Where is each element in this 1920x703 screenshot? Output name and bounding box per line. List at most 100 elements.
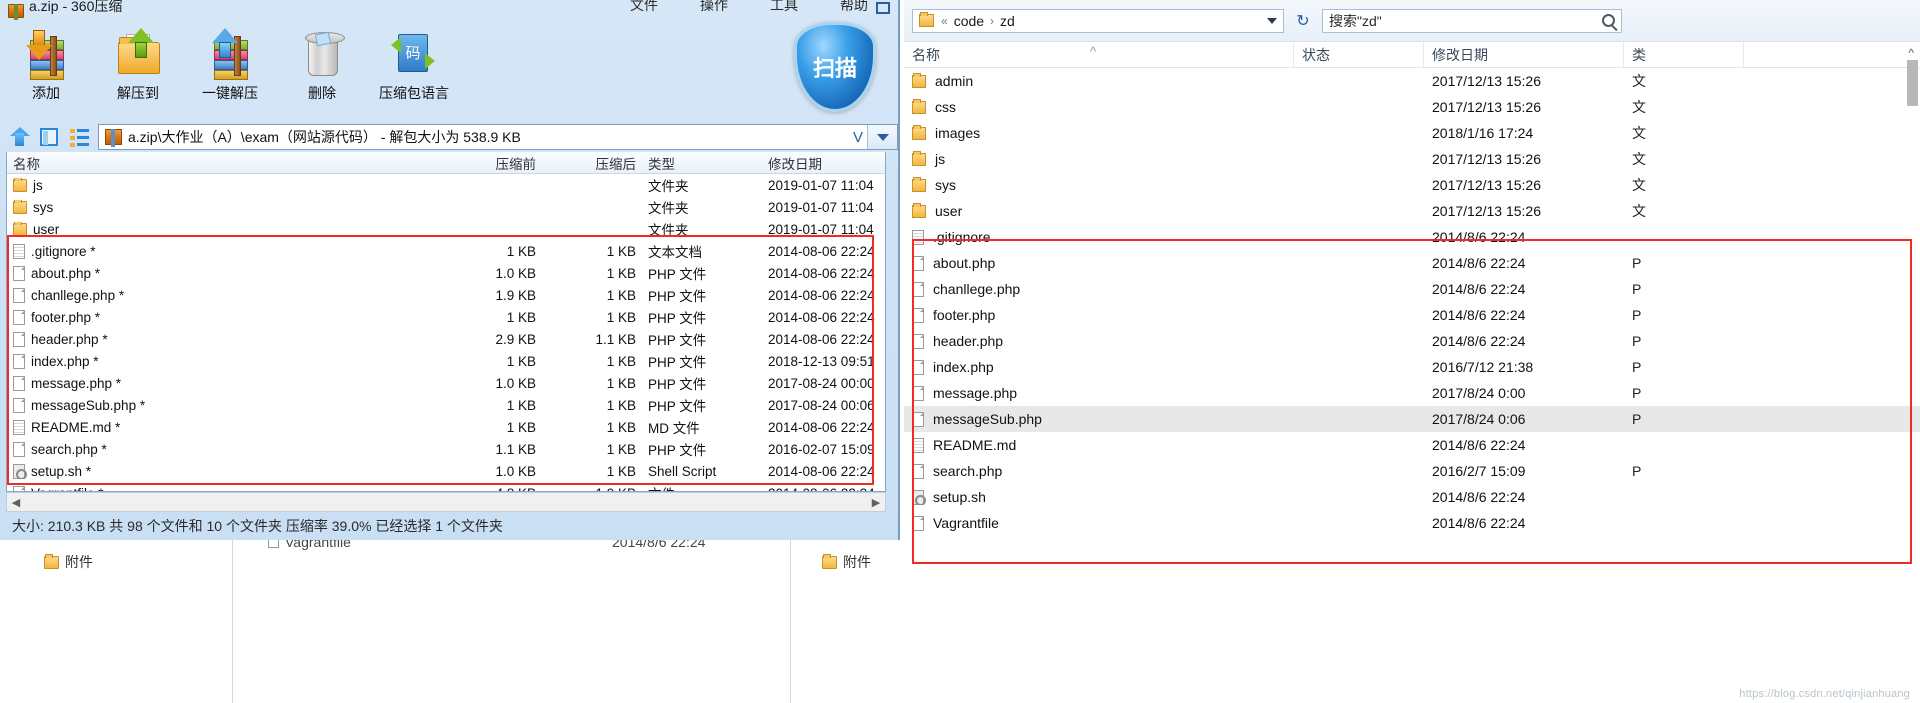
explorer-row-name-text: messageSub.php <box>933 411 1042 427</box>
table-row[interactable]: js 文件夹 2019-01-07 11:04 <box>7 174 885 196</box>
explorer-row-type: 文 <box>1632 203 1646 219</box>
breadcrumb-item-zd[interactable]: zd <box>1000 13 1015 29</box>
toolbar-extract-to-button[interactable]: 解压到 <box>92 26 184 103</box>
archive-row-packed-before: 1.9 KB <box>495 287 536 303</box>
table-row[interactable]: footer.php * 1 KB 1 KB PHP 文件 2014-08-06 22:… <box>7 306 885 328</box>
address-bar[interactable]: « code › zd <box>912 8 1284 33</box>
list-item[interactable]: sys 2017/12/13 15:26 文 <box>904 172 1920 198</box>
table-row[interactable]: .gitignore * 1 KB 1 KB 文本文档 2014-08-06 22:24 <box>7 240 885 262</box>
list-item[interactable]: css 2017/12/13 15:26 文 <box>904 94 1920 120</box>
archive-row-name-text: sys <box>33 199 54 215</box>
archive-language-icon: 码 <box>388 28 440 80</box>
column-header-type[interactable]: 类型 <box>642 153 762 173</box>
chevron-down-icon[interactable] <box>1267 17 1277 24</box>
list-item[interactable]: .gitignore 2014/8/6 22:24 <box>904 224 1920 250</box>
table-row[interactable]: user 文件夹 2019-01-07 11:04 <box>7 218 885 240</box>
toolbar-delete-button[interactable]: 删除 <box>276 26 368 103</box>
menu-item-operation[interactable]: 操作 <box>700 0 728 15</box>
explorer-file-list[interactable]: admin 2017/12/13 15:26 文 css 2017/12/13 15:2… <box>904 68 1920 703</box>
table-row[interactable]: about.php * 1.0 KB 1 KB PHP 文件 2014-08-06 22… <box>7 262 885 284</box>
table-row[interactable]: setup.sh * 1.0 KB 1 KB Shell Script 2014-08-… <box>7 460 885 482</box>
explorer-row-name-text: footer.php <box>933 307 996 323</box>
scroll-right-icon[interactable]: ▶ <box>867 493 885 511</box>
archive-row-modified: 2014-08-06 22:24 <box>768 309 875 325</box>
folder-icon <box>13 199 27 214</box>
explorer-row-name-text: Vagrantfile <box>933 515 999 531</box>
archive-row-modified: 2016-02-07 15:09 <box>768 441 875 457</box>
extract-to-icon <box>112 28 164 80</box>
search-input[interactable]: 搜索"zd" <box>1322 8 1622 33</box>
table-row[interactable]: header.php * 2.9 KB 1.1 KB PHP 文件 2014-08-06… <box>7 328 885 350</box>
column-header-modified[interactable]: 修改日期 <box>762 153 885 173</box>
search-icon[interactable] <box>1602 14 1615 27</box>
table-row[interactable]: message.php * 1.0 KB 1 KB PHP 文件 2017-08-24 … <box>7 372 885 394</box>
archive-path-bar[interactable]: a.zip\大作业（A）\exam（网站源代码） - 解包大小为 538.9 K… <box>98 124 898 150</box>
txt-icon <box>13 243 25 259</box>
table-row[interactable]: chanllege.php * 1.9 KB 1 KB PHP 文件 2014-08-0… <box>7 284 885 306</box>
menu-item-tools[interactable]: 工具 <box>770 0 798 15</box>
archive-row-modified: 2014-08-06 22:24 <box>768 331 875 347</box>
column-header-name[interactable]: 名称 <box>7 153 437 173</box>
chevron-down-icon[interactable] <box>867 125 897 149</box>
breadcrumb-prefix[interactable]: « <box>941 14 948 28</box>
list-item[interactable]: admin 2017/12/13 15:26 文 <box>904 68 1920 94</box>
list-view-icon[interactable] <box>68 125 92 149</box>
explorer-row-name-text: message.php <box>933 385 1018 401</box>
archive-row-name-text: footer.php * <box>31 309 101 325</box>
column-header-modified[interactable]: 修改日期 <box>1424 41 1624 68</box>
panel-view-icon[interactable] <box>38 125 62 149</box>
column-header-name[interactable]: 名称 <box>904 41 1294 68</box>
list-item[interactable]: messageSub.php 2017/8/24 0:06 P <box>904 406 1920 432</box>
explorer-row-name-text: README.md <box>933 437 1017 453</box>
chevron-up-icon[interactable]: ^ <box>1908 46 1914 60</box>
checkbox-icon[interactable] <box>268 540 279 548</box>
list-item[interactable]: header.php 2014/8/6 22:24 P <box>904 328 1920 354</box>
archive-row-name-text: search.php * <box>31 441 107 457</box>
column-header-packed-after[interactable]: 压缩后 <box>542 153 642 173</box>
archive-row-modified: 2019-01-07 11:04 <box>768 199 874 215</box>
breadcrumb-item-code[interactable]: code <box>954 13 984 29</box>
archive-row-type: Shell Script <box>648 463 717 479</box>
list-item[interactable]: setup.sh 2014/8/6 22:24 <box>904 484 1920 510</box>
list-item[interactable]: js 2017/12/13 15:26 文 <box>904 146 1920 172</box>
column-header-status[interactable]: 状态 <box>1294 41 1424 68</box>
refresh-icon[interactable]: ↻ <box>1290 9 1316 33</box>
restore-window-icon[interactable] <box>876 2 890 14</box>
table-row[interactable]: Vagrantfile *4.8 KB1.9 KB文件2014-08-06 22… <box>7 482 885 491</box>
menu-item-file[interactable]: 文件 <box>630 0 658 15</box>
table-row[interactable]: index.php * 1 KB 1 KB PHP 文件 2018-12-13 09:5… <box>7 350 885 372</box>
doc-icon <box>912 307 924 323</box>
toolbar-archive-language-button[interactable]: 码 压缩包语言 <box>368 26 460 103</box>
list-item[interactable]: footer.php 2014/8/6 22:24 P <box>904 302 1920 328</box>
archive-row-name: header.php * <box>7 331 437 347</box>
list-item[interactable]: message.php 2017/8/24 0:00 P <box>904 380 1920 406</box>
menu-item-help[interactable]: 帮助 <box>840 0 868 15</box>
doc-icon <box>13 375 25 391</box>
explorer-row-modified: 2014/8/6 22:24 <box>1432 229 1526 245</box>
list-item[interactable]: images 2018/1/16 17:24 文 <box>904 120 1920 146</box>
scan-button[interactable]: 扫描 <box>794 22 876 112</box>
list-item[interactable]: user 2017/12/13 15:26 文 <box>904 198 1920 224</box>
list-item[interactable]: README.md 2014/8/6 22:24 <box>904 432 1920 458</box>
list-item[interactable]: about.php 2014/8/6 22:24 P <box>904 250 1920 276</box>
list-item[interactable]: index.php 2016/7/12 21:38 P <box>904 354 1920 380</box>
table-row[interactable]: sys 文件夹 2019-01-07 11:04 <box>7 196 885 218</box>
toolbar-add-button[interactable]: 添加 <box>0 26 92 103</box>
table-row[interactable]: README.md * 1 KB 1 KB MD 文件 2014-08-06 22:24 <box>7 416 885 438</box>
toolbar-one-click-extract-button[interactable]: 一键解压 <box>184 26 276 103</box>
explorer-row-name-text: search.php <box>933 463 1003 479</box>
list-item[interactable]: chanllege.php 2014/8/6 22:24 P <box>904 276 1920 302</box>
column-header-type[interactable]: 类 <box>1624 41 1744 68</box>
table-row[interactable]: messageSub.php * 1 KB 1 KB PHP 文件 2017-08-24… <box>7 394 885 416</box>
explorer-row-name-text: .gitignore <box>933 229 991 245</box>
archive-row-type: 文本文档 <box>648 245 702 260</box>
column-header-packed-before[interactable]: 压缩前 <box>437 153 542 173</box>
list-item[interactable]: search.php 2016/2/7 15:09 P <box>904 458 1920 484</box>
list-item[interactable]: Vagrantfile 2014/8/6 22:24 <box>904 510 1920 536</box>
zip-menu-bar[interactable]: 文件 操作 工具 帮助 <box>630 0 868 22</box>
up-arrow-icon[interactable] <box>8 125 32 149</box>
table-row[interactable]: search.php * 1.1 KB 1 KB PHP 文件 2016-02-07 1… <box>7 438 885 460</box>
scroll-left-icon[interactable]: ◀ <box>7 493 25 511</box>
archive-horizontal-scrollbar[interactable]: ◀ ▶ <box>6 492 886 512</box>
archive-file-list[interactable]: 名称 压缩前 压缩后 类型 修改日期 js 文件夹 2019-01-07 11:04… <box>6 152 886 492</box>
